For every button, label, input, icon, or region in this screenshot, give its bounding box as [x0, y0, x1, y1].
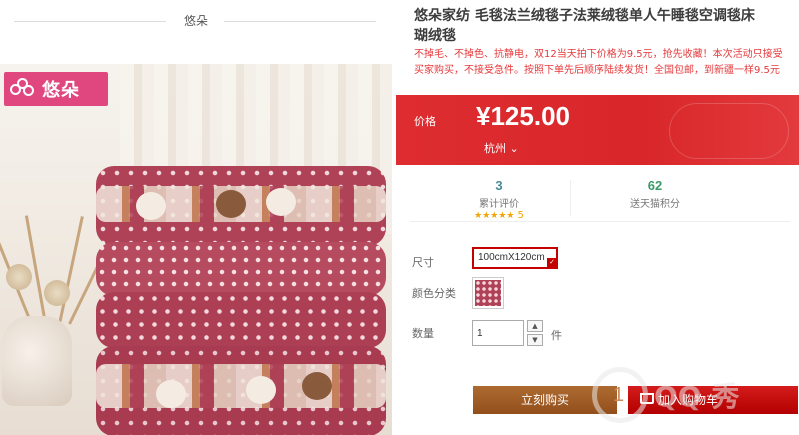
rating-stars: ★★★★★ 5 [424, 210, 574, 221]
color-option[interactable] [472, 277, 504, 309]
chevron-down-icon: ⌄ [509, 142, 519, 155]
blanket-fold [96, 292, 386, 348]
location-select[interactable]: 杭州 ⌄ [484, 140, 519, 156]
product-title: 悠朵家纺 毛毯法兰绒毯子法莱绒毯单人午睡毯空调毯床 [414, 8, 755, 24]
size-label: 尺寸 [412, 256, 434, 269]
size-option[interactable]: 100cmX120cm ✓ [472, 247, 558, 269]
blanket-fold [96, 242, 386, 296]
blanket-fold [96, 346, 386, 435]
quantity-decrease-button[interactable]: ▼ [527, 334, 543, 346]
quantity-unit: 件 [551, 329, 562, 342]
watermark-logo-icon [592, 367, 648, 423]
flower-icon [10, 78, 36, 100]
product-gallery: 悠朵 悠朵 [0, 0, 392, 435]
quantity-increase-button[interactable]: ▲ [527, 320, 543, 332]
color-label: 颜色分类 [412, 287, 456, 300]
product-title-cont: 瑚绒毯 [414, 28, 456, 44]
reed-sticks [0, 204, 120, 325]
rattan-ball [6, 264, 32, 290]
blanket-fold [96, 166, 386, 246]
quantity-input[interactable] [472, 320, 524, 346]
reviews-count: 3 [495, 178, 503, 193]
points-count: 62 [647, 178, 663, 193]
price-panel: 价格 ¥125.00 杭州 ⌄ [396, 95, 799, 165]
logo-text: 悠朵 [42, 80, 80, 101]
points-stat: 62 送天猫积分 [580, 178, 730, 210]
quantity-label: 数量 [412, 327, 434, 340]
divider [570, 180, 571, 216]
check-icon: ✓ [547, 258, 557, 268]
watermark: QQ 秀 [592, 362, 792, 428]
reviews-label: 累计评价 [479, 199, 519, 210]
vase [2, 316, 72, 406]
price-value: ¥125.00 [476, 101, 570, 131]
star-icons: ★★★★★ [474, 211, 515, 221]
product-promo: 不掉毛、不掉色、抗静电，双12当天拍下价格为9.5元，抢先收藏！本次活动只接受 [414, 49, 783, 60]
location-text: 杭州 [484, 142, 506, 155]
watermark-text: QQ 秀 [654, 380, 740, 413]
product-promo-cont: 买家购买，不接受急件。按照下单先后顺序陆续发货！全国包邮，到新疆一样9.5元 [414, 65, 780, 76]
product-main-image[interactable]: 悠朵 [0, 64, 392, 435]
shop-header: 悠朵 [0, 0, 392, 44]
brand-logo: 悠朵 [4, 72, 108, 106]
divider [224, 21, 376, 22]
decoration [669, 103, 789, 159]
product-stats: 3 累计评价 ★★★★★ 5 62 送天猫积分 [410, 172, 790, 222]
price-label: 价格 [414, 115, 436, 128]
size-value: 100cmX120cm [478, 252, 545, 263]
reviews-stat[interactable]: 3 累计评价 ★★★★★ 5 [424, 178, 574, 221]
color-swatch [475, 280, 501, 306]
points-label: 送天猫积分 [630, 199, 680, 210]
rating-value: 5 [517, 210, 524, 221]
rattan-ball [44, 280, 70, 306]
